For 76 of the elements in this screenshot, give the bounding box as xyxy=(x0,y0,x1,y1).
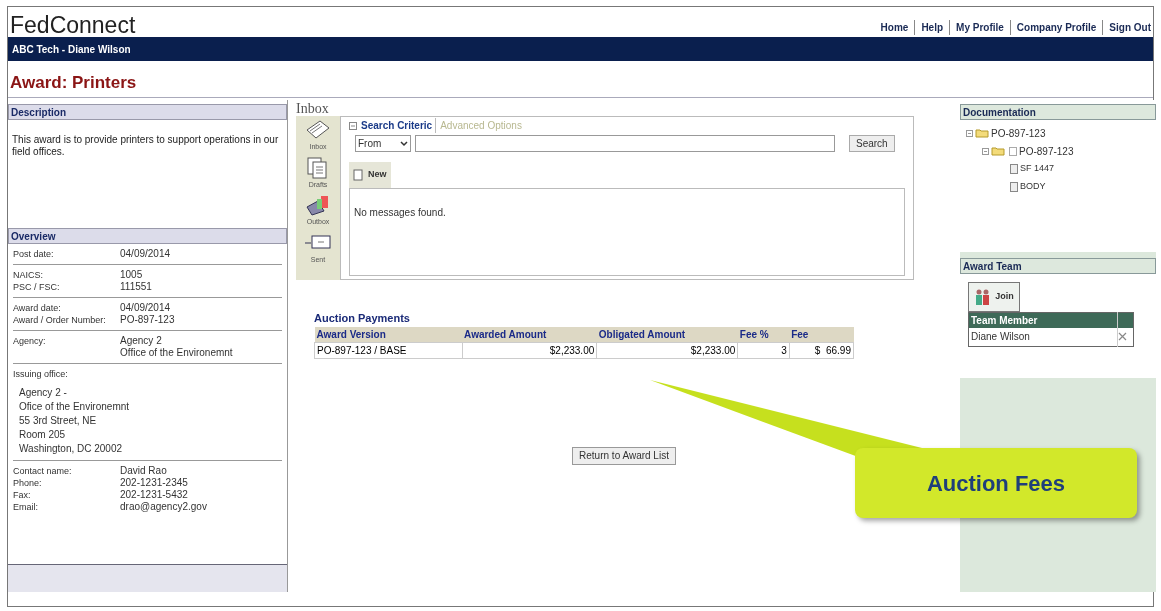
column-header: Team Member xyxy=(968,312,1118,328)
collapse-icon[interactable] xyxy=(966,129,973,137)
nav-link[interactable]: Sign Out xyxy=(1102,20,1151,35)
section-header: Overview xyxy=(8,228,287,244)
field-label: Award / Order Number: xyxy=(13,314,107,326)
empty-message: No messages found. xyxy=(354,207,446,218)
section-header: Documentation xyxy=(960,104,1156,120)
column-header: Fee % xyxy=(737,326,790,342)
field-value: 111551 xyxy=(120,281,152,293)
field-value: 1005 xyxy=(120,269,143,281)
user-name: ABC Tech - Diane Wilson xyxy=(12,42,131,57)
collapse-icon[interactable] xyxy=(349,121,357,130)
address-line: Agency 2 - xyxy=(19,386,68,400)
column-header: Fee xyxy=(789,326,854,342)
nav-link[interactable]: My Profile xyxy=(949,20,1004,35)
section-header: Description xyxy=(8,104,287,120)
tree-item[interactable]: SF 1447 xyxy=(1020,162,1055,176)
section-title: Auction Payments xyxy=(314,311,411,326)
field-value: 202-1231-2345 xyxy=(120,477,188,489)
checkbox[interactable] xyxy=(1009,146,1017,156)
table-cell: $2,233.00 xyxy=(596,342,738,358)
chevron-icon xyxy=(400,140,408,147)
table-cell: 3 xyxy=(737,342,790,358)
field-label: Fax: xyxy=(13,489,32,501)
section-header: Award Team xyxy=(960,258,1156,274)
field-value: PO-897-123 xyxy=(120,314,175,326)
column-header: Awarded Amount xyxy=(462,326,597,342)
address-line: Ofice of the Environemnt xyxy=(19,400,131,414)
nav-link[interactable]: Help xyxy=(914,20,944,35)
search-field[interactable] xyxy=(415,135,835,152)
new-document-icon xyxy=(353,169,365,181)
field-value: drao@agency2.gov xyxy=(120,501,207,513)
field-value: 04/09/2014 xyxy=(120,302,171,314)
column-header: Award Version xyxy=(314,326,463,342)
field-value: 04/09/2014 xyxy=(120,248,171,260)
field-label: PSC / FSC: xyxy=(13,281,61,293)
field-value: David Rao xyxy=(120,465,167,477)
tree-item[interactable]: PO-897-123 xyxy=(991,125,1046,141)
nav-link[interactable]: Company Profile xyxy=(1009,20,1097,35)
field-label: Phone: xyxy=(13,477,43,489)
column-header: Obligated Amount xyxy=(596,326,738,342)
close-icon[interactable] xyxy=(1118,332,1127,342)
address-line: 55 3rd Street, NE xyxy=(19,414,98,428)
tree-item[interactable]: BODY xyxy=(1020,180,1046,194)
page-title: Award: Printers xyxy=(9,71,137,94)
table-cell: $ 66.99 xyxy=(789,342,854,358)
table-cell: $2,233.00 xyxy=(462,342,597,358)
table-cell: Diane Wilson xyxy=(968,328,1118,346)
field-label: Issuing office: xyxy=(13,368,69,380)
address-line: Room 205 xyxy=(19,428,67,442)
field-value: Agency 2 xyxy=(120,335,163,347)
new-message-button[interactable]: New xyxy=(349,162,391,188)
address-line: Washington, DC 20002 xyxy=(19,442,124,456)
fedconnect-logo: FedConnect xyxy=(9,14,136,37)
callout-text: Auction Fees xyxy=(926,469,1066,498)
field-value: 202-1231-5432 xyxy=(120,489,188,501)
inbox-title: Inbox xyxy=(296,102,330,116)
collapse-icon[interactable] xyxy=(982,147,989,155)
field-label: Award date: xyxy=(13,302,62,314)
field-label: Agency: xyxy=(13,335,47,348)
field-value: Office of the Environemnt xyxy=(120,347,233,359)
description-text: This award is to provide printers to support operations in our field offices. xyxy=(11,133,280,159)
return-button[interactable]: Return to Award List xyxy=(572,446,676,465)
field-label: Email: xyxy=(13,501,39,513)
field-label: NAICS: xyxy=(13,269,44,281)
table-cell: PO-897-123 / BASE xyxy=(314,342,463,358)
folder-icon xyxy=(991,146,1005,156)
nav-link[interactable]: Home xyxy=(880,20,909,35)
field-label: Post date: xyxy=(13,248,55,260)
field-label: Contact name: xyxy=(13,465,73,477)
join-button[interactable]: Join xyxy=(968,282,1020,312)
tree-item[interactable]: PO-897-123 xyxy=(1019,143,1074,159)
folder-icon xyxy=(975,128,989,138)
search-button[interactable]: Search xyxy=(849,135,895,152)
field-select[interactable]: From xyxy=(355,135,411,152)
search-criteria-link[interactable]: Search Criteric xyxy=(361,118,437,133)
